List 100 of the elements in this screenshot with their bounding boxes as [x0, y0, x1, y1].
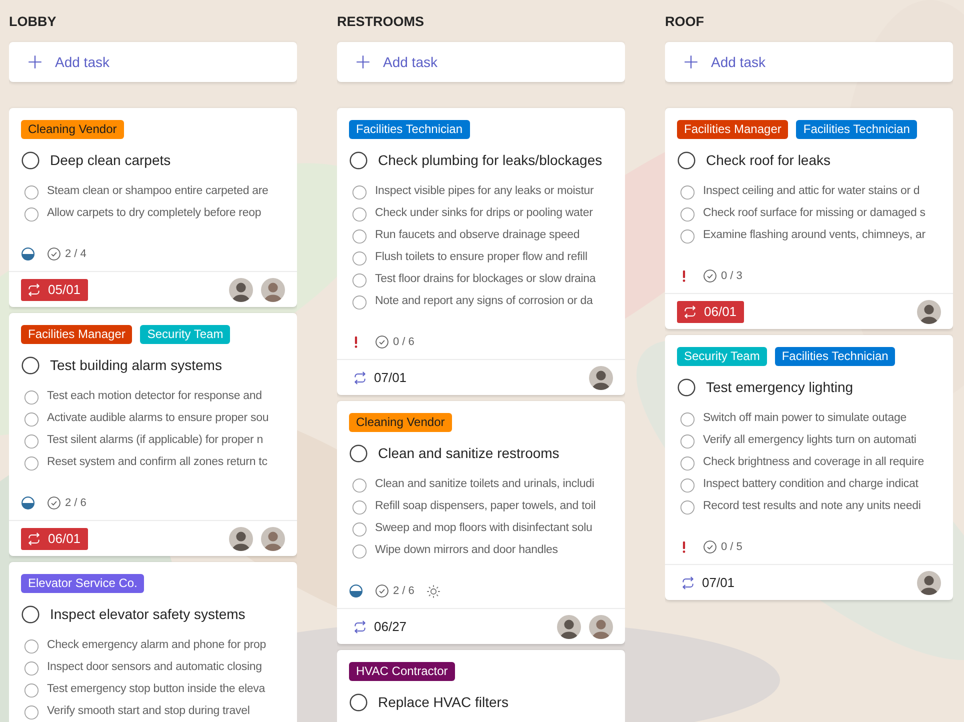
add-task-button[interactable]: Add task [665, 42, 953, 82]
subtask-text: Check emergency alarm and phone for prop [47, 638, 266, 654]
subtask-checkbox[interactable] [352, 478, 367, 492]
subtask-checkbox[interactable] [680, 500, 695, 514]
due-date[interactable]: 06/27 [349, 616, 414, 638]
subtask-checkbox[interactable] [680, 184, 695, 200]
subtask-checkbox[interactable] [352, 294, 367, 310]
subtask-text: Verify smooth start and stop during travel [47, 704, 250, 720]
subtask-checkbox[interactable] [680, 456, 695, 470]
subtask-checkbox[interactable] [352, 206, 367, 222]
task-title: Check roof for leaks [706, 151, 830, 170]
add-task-button[interactable]: Add task [9, 42, 297, 82]
subtask-text: Reset system and confirm all zones return tc [47, 455, 268, 470]
subtask-checkbox[interactable] [680, 434, 695, 448]
subtask-checkbox[interactable] [24, 704, 39, 720]
checklist-count: 0 / 6 [393, 334, 414, 350]
subtask-text: Record test results and note any units needi [703, 499, 921, 514]
subtask-text: Test floor drains for blockages or slow draina [375, 272, 596, 288]
column-title: ROOF [665, 13, 705, 31]
checklist-icon [47, 247, 61, 261]
due-date[interactable]: 06/01 [21, 528, 88, 550]
checklist-count: 2 / 6 [393, 584, 414, 599]
subtask-checkbox[interactable] [680, 206, 695, 222]
subtask-checkbox[interactable] [24, 412, 39, 426]
avatar [589, 366, 613, 390]
column-title: LOBBY [9, 13, 58, 31]
complete-checkbox[interactable] [677, 151, 696, 170]
complete-checkbox[interactable] [349, 151, 368, 170]
subtask-text: Run faucets and observe drainage speed [375, 228, 580, 244]
due-date[interactable]: 05/01 [21, 278, 88, 300]
complete-checkbox[interactable] [349, 444, 368, 463]
label-tag: Facilities Manager [21, 325, 132, 344]
label-tag: Elevator Service Co. [21, 574, 144, 593]
add-task-button[interactable]: Add task [337, 42, 625, 82]
due-date[interactable]: 07/01 [349, 366, 414, 388]
avatar [917, 570, 941, 594]
subtask-checkbox[interactable] [24, 390, 39, 404]
subtask-text: Switch off main power to simulate outage [703, 411, 906, 426]
task-title: Clean and sanitize restrooms [378, 444, 560, 463]
task-title: Inspect elevator safety systems [50, 605, 246, 624]
avatar [261, 278, 285, 302]
subtask-checkbox[interactable] [352, 184, 367, 200]
subtask-text: Activate audible alarms to ensure proper sou [47, 411, 269, 426]
subtask-checkbox[interactable] [24, 206, 39, 222]
subtask-text: Inspect door sensors and automatic closing [47, 660, 262, 676]
checklist-icon [375, 584, 389, 598]
subtask-checkbox[interactable] [352, 228, 367, 244]
subtask-text: Allow carpets to dry completely before reop [47, 206, 262, 222]
subtask-text: Sweep and mop floors with disinfectant solu [375, 521, 592, 536]
subtask-checkbox[interactable] [680, 412, 695, 426]
task-title: Replace HVAC filters [378, 693, 508, 712]
avatar [589, 614, 613, 638]
complete-checkbox[interactable] [349, 693, 368, 712]
complete-checkbox[interactable] [21, 356, 40, 375]
subtask-text: Inspect battery condition and charge indicat [703, 477, 918, 492]
repeat-icon [680, 574, 696, 590]
label-tag: Security Team [677, 347, 767, 366]
avatar [229, 526, 253, 550]
subtask-checkbox[interactable] [24, 456, 39, 470]
subtask-checkbox[interactable] [680, 478, 695, 492]
subtask-text: Check under sinks for drips or pooling water [375, 206, 593, 222]
repeat-icon [352, 618, 368, 634]
subtask-text: Test emergency stop button inside the eleva [47, 682, 265, 698]
subtask-checkbox[interactable] [352, 272, 367, 288]
subtask-checkbox[interactable] [352, 544, 367, 558]
subtask-checkbox[interactable] [352, 522, 367, 536]
checklist-count: 2 / 6 [65, 496, 86, 511]
subtask-text: Inspect visible pipes for any leaks or moistur [375, 184, 594, 200]
subtask-checkbox[interactable] [680, 228, 695, 244]
checklist-count: 0 / 5 [721, 540, 742, 555]
repeat-icon [352, 370, 368, 386]
subtask-checkbox[interactable] [352, 250, 367, 266]
task-title: Test building alarm systems [50, 356, 222, 375]
subtask-text: Refill soap dispensers, paper towels, and toil [375, 499, 596, 514]
repeat-icon [682, 304, 698, 320]
checklist-icon [703, 540, 717, 554]
subtask-checkbox[interactable] [24, 660, 39, 676]
label-tag: HVAC Contractor [349, 662, 455, 681]
complete-checkbox[interactable] [21, 605, 40, 624]
label-tag: Security Team [140, 325, 230, 344]
checklist-icon [703, 269, 717, 283]
subtask-text: Flush toilets to ensure proper flow and refill [375, 250, 588, 266]
subtask-checkbox[interactable] [352, 500, 367, 514]
plus-icon [27, 54, 43, 70]
due-date[interactable]: 07/01 [677, 572, 742, 594]
subtask-checkbox[interactable] [24, 434, 39, 448]
avatar [557, 614, 581, 638]
complete-checkbox[interactable] [677, 378, 696, 397]
checklist-count: 2 / 4 [65, 246, 86, 262]
due-date[interactable]: 06/01 [677, 300, 744, 322]
complete-checkbox[interactable] [21, 151, 40, 170]
avatar [229, 278, 253, 302]
column-title: RESTROOMS [337, 13, 426, 31]
avatar [261, 526, 285, 550]
task-title: Test emergency lighting [706, 378, 854, 397]
subtask-checkbox[interactable] [24, 682, 39, 698]
subtask-checkbox[interactable] [24, 184, 39, 200]
subtask-checkbox[interactable] [24, 638, 39, 654]
subtask-text: Note and report any signs of corrosion or da [375, 294, 593, 310]
label-tag: Facilities Manager [677, 120, 788, 139]
